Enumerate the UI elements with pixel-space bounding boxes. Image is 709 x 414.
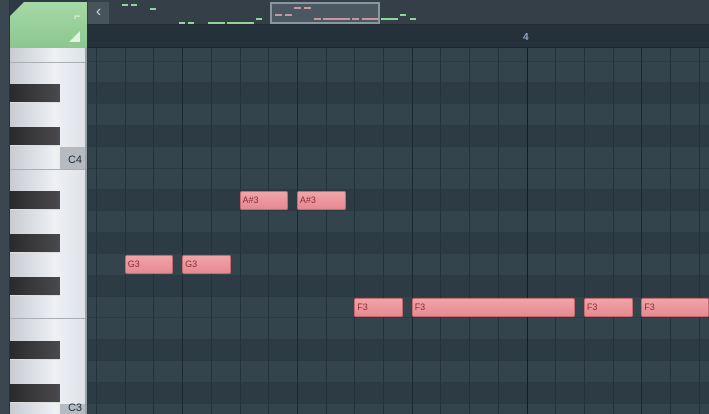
scroll-back-button[interactable]: ‹ bbox=[88, 2, 109, 24]
bar-line bbox=[526, 48, 528, 414]
grid-line bbox=[210, 48, 212, 414]
navigator-strip[interactable] bbox=[87, 0, 709, 25]
note[interactable]: G3 bbox=[124, 255, 174, 275]
grid-line bbox=[583, 48, 585, 414]
key-label: C4 bbox=[67, 154, 82, 167]
black-key[interactable] bbox=[10, 126, 60, 147]
navigator-viewport[interactable] bbox=[270, 2, 380, 24]
note[interactable]: A#3 bbox=[296, 191, 346, 210]
grid-line bbox=[641, 48, 643, 414]
grid-line bbox=[296, 48, 298, 414]
grid-line bbox=[325, 48, 327, 414]
bar-number: 4 bbox=[523, 32, 529, 43]
black-key[interactable] bbox=[10, 84, 60, 104]
grid-line bbox=[440, 48, 442, 414]
chevron-left-icon: ‹ bbox=[95, 3, 102, 20]
black-key[interactable] bbox=[10, 340, 60, 361]
white-key-divider bbox=[10, 168, 85, 170]
grid-line bbox=[124, 48, 126, 414]
grid-line bbox=[383, 48, 384, 414]
black-key[interactable] bbox=[10, 233, 60, 254]
grid-line bbox=[698, 48, 700, 414]
grid-line bbox=[612, 48, 614, 414]
note[interactable]: F3 bbox=[354, 298, 404, 317]
left-edge-bar bbox=[0, 0, 10, 414]
triangle-icon bbox=[69, 31, 80, 42]
note[interactable]: F3 bbox=[583, 298, 633, 317]
grid-line bbox=[354, 48, 356, 414]
grid-line bbox=[268, 48, 270, 414]
grid-line bbox=[469, 48, 471, 414]
grid-line bbox=[497, 48, 499, 414]
key-label: C3 bbox=[67, 402, 82, 414]
grid-line bbox=[411, 48, 413, 414]
grid-line bbox=[670, 48, 671, 414]
tool-tab[interactable]: ⌐ bbox=[10, 2, 87, 48]
note[interactable]: A#3 bbox=[239, 191, 289, 210]
note[interactable]: G3 bbox=[182, 255, 231, 275]
white-key-divider bbox=[10, 318, 85, 320]
grid-line bbox=[555, 48, 557, 414]
black-key[interactable] bbox=[10, 383, 60, 403]
white-key-divider bbox=[10, 61, 85, 63]
grid-line bbox=[153, 48, 155, 414]
grid-line bbox=[239, 48, 241, 414]
note-grid[interactable]: G3 G3 A#3 A#3 F3 F3 F3 F3 bbox=[88, 48, 709, 414]
grid-line bbox=[182, 48, 184, 414]
step-icon: ⌐ bbox=[73, 9, 81, 23]
timeline-ruler[interactable] bbox=[87, 25, 709, 48]
note[interactable]: F3 bbox=[411, 298, 576, 317]
grid-line bbox=[96, 48, 97, 414]
piano-keyboard[interactable]: C3 C4 bbox=[10, 48, 87, 414]
black-key[interactable] bbox=[10, 191, 60, 211]
note[interactable]: F3 bbox=[641, 298, 709, 317]
black-key[interactable] bbox=[10, 276, 60, 296]
